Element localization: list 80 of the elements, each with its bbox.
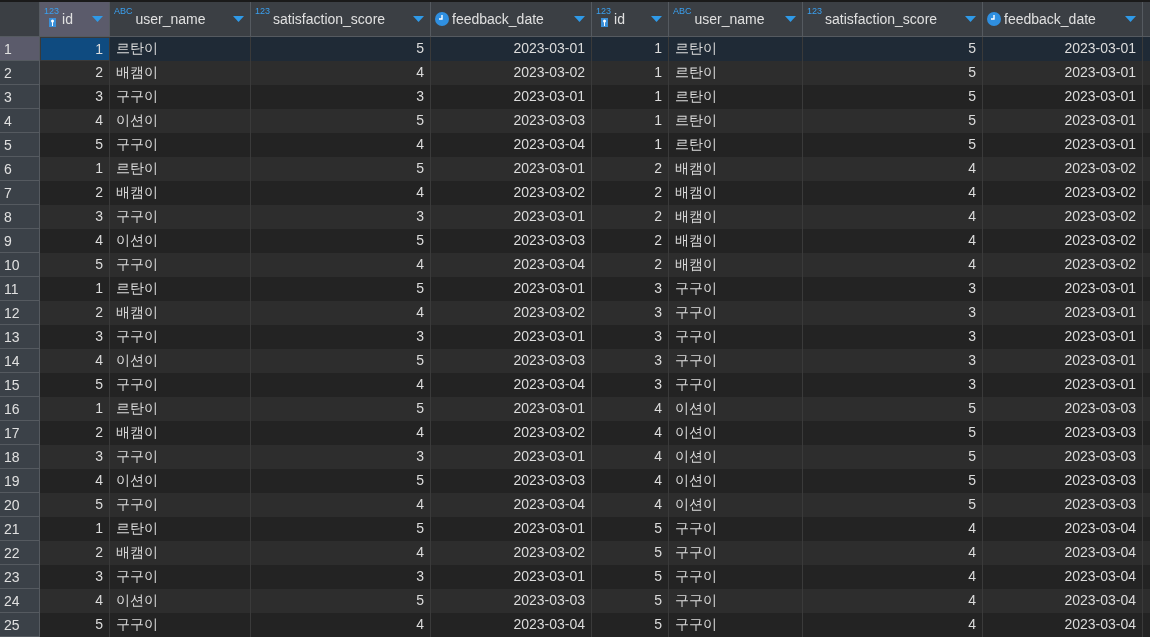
table-cell: 5 bbox=[40, 613, 110, 637]
column-name: feedback_date bbox=[1004, 9, 1096, 29]
row-number[interactable]: 24 bbox=[0, 589, 40, 613]
table-row[interactable]: 3 3 구구이 3 2023-03-01 1 르탄이 5 2023-03-01 bbox=[0, 85, 1150, 109]
table-row[interactable]: 13 3 구구이 3 2023-03-01 3 구구이 3 2023-03-01 bbox=[0, 325, 1150, 349]
table-row[interactable]: 21 1 르탄이 5 2023-03-01 5 구구이 4 2023-03-04 bbox=[0, 517, 1150, 541]
row-number[interactable]: 12 bbox=[0, 301, 40, 325]
row-number[interactable]: 16 bbox=[0, 397, 40, 421]
type-label: 123 bbox=[255, 7, 271, 16]
row-number[interactable]: 4 bbox=[0, 109, 40, 133]
clock-icon bbox=[435, 12, 449, 26]
column-header[interactable]: 123 id bbox=[592, 2, 669, 36]
column-header[interactable]: feedback_date bbox=[431, 2, 592, 36]
type-label: 123 bbox=[596, 7, 612, 16]
row-number[interactable]: 6 bbox=[0, 157, 40, 181]
row-number[interactable]: 9 bbox=[0, 229, 40, 253]
table-cell: 4 bbox=[251, 613, 431, 637]
table-row[interactable]: 5 5 구구이 4 2023-03-04 1 르탄이 5 2023-03-01 bbox=[0, 133, 1150, 157]
row-number[interactable]: 7 bbox=[0, 181, 40, 205]
dropdown-arrow-icon[interactable] bbox=[965, 16, 976, 22]
row-number[interactable]: 14 bbox=[0, 349, 40, 373]
column-name: feedback_date bbox=[452, 9, 544, 29]
table-row[interactable]: 19 4 이션이 5 2023-03-03 4 이션이 5 2023-03-03 bbox=[0, 469, 1150, 493]
row-number[interactable]: 17 bbox=[0, 421, 40, 445]
row-number[interactable]: 1 bbox=[0, 37, 40, 61]
row-number[interactable]: 22 bbox=[0, 541, 40, 565]
table-cell: 1 bbox=[40, 37, 110, 61]
column-name: id bbox=[62, 9, 73, 29]
row-number[interactable]: 5 bbox=[0, 133, 40, 157]
table-row[interactable]: 23 3 구구이 3 2023-03-01 5 구구이 4 2023-03-04 bbox=[0, 565, 1150, 589]
table-row[interactable]: 17 2 배캠이 4 2023-03-02 4 이션이 5 2023-03-03 bbox=[0, 421, 1150, 445]
row-number[interactable]: 19 bbox=[0, 469, 40, 493]
column-name: id bbox=[614, 9, 625, 29]
column-header[interactable]: 123 id bbox=[40, 2, 110, 36]
column-header[interactable]: 123 satisfaction_score bbox=[251, 2, 431, 36]
dropdown-arrow-icon[interactable] bbox=[574, 16, 585, 22]
column-header[interactable]: ABC user_name bbox=[110, 2, 251, 36]
dropdown-arrow-icon[interactable] bbox=[233, 16, 244, 22]
dropdown-arrow-icon[interactable] bbox=[92, 16, 103, 22]
column-name: user_name bbox=[694, 9, 765, 29]
row-number[interactable]: 21 bbox=[0, 517, 40, 541]
column-header[interactable]: 123 satisfaction_score bbox=[803, 2, 983, 36]
column-header[interactable]: feedback_date bbox=[983, 2, 1143, 36]
table-row[interactable]: 11 1 르탄이 5 2023-03-01 3 구구이 3 2023-03-01 bbox=[0, 277, 1150, 301]
row-number[interactable]: 11 bbox=[0, 277, 40, 301]
row-number[interactable]: 8 bbox=[0, 205, 40, 229]
table-row[interactable]: 7 2 배캠이 4 2023-03-02 2 배캠이 4 2023-03-02 bbox=[0, 181, 1150, 205]
table-cell: 4 bbox=[803, 613, 983, 637]
table-cell: 구구이 bbox=[110, 613, 251, 637]
row-number[interactable]: 3 bbox=[0, 85, 40, 109]
table-cell: 구구이 bbox=[669, 613, 803, 637]
column-header[interactable]: ABC user_name bbox=[669, 2, 803, 36]
type-label: ABC bbox=[114, 7, 133, 16]
type-label: 123 bbox=[44, 7, 60, 16]
row-number[interactable]: 2 bbox=[0, 61, 40, 85]
row-number[interactable]: 10 bbox=[0, 253, 40, 277]
dropdown-arrow-icon[interactable] bbox=[1125, 16, 1136, 22]
table-cell: 2023-03-04 bbox=[431, 613, 592, 637]
type-label: 123 bbox=[807, 7, 823, 16]
table-row[interactable]: 25 5 구구이 4 2023-03-04 5 구구이 4 2023-03-04 bbox=[0, 613, 1150, 637]
column-name: satisfaction_score bbox=[825, 9, 938, 29]
type-label: ABC bbox=[673, 7, 692, 16]
table-cell: 5 bbox=[592, 613, 669, 637]
row-number[interactable]: 15 bbox=[0, 373, 40, 397]
dropdown-arrow-icon[interactable] bbox=[651, 16, 662, 22]
dropdown-arrow-icon[interactable] bbox=[413, 16, 424, 22]
corner-cell bbox=[0, 2, 40, 36]
row-number[interactable]: 18 bbox=[0, 445, 40, 469]
column-name: satisfaction_score bbox=[273, 9, 386, 29]
row-number[interactable]: 20 bbox=[0, 493, 40, 517]
table-row[interactable]: 9 4 이션이 5 2023-03-03 2 배캠이 4 2023-03-02 bbox=[0, 229, 1150, 253]
table-row[interactable]: 1 1 르탄이 5 2023-03-01 1 르탄이 5 2023-03-01 bbox=[0, 37, 1150, 61]
table-cell: 2023-03-04 bbox=[983, 613, 1143, 637]
clock-icon bbox=[987, 12, 1001, 26]
dropdown-arrow-icon[interactable] bbox=[785, 16, 796, 22]
column-name: user_name bbox=[135, 9, 206, 29]
row-number[interactable]: 13 bbox=[0, 325, 40, 349]
table-row[interactable]: 15 5 구구이 4 2023-03-04 3 구구이 3 2023-03-01 bbox=[0, 373, 1150, 397]
row-number[interactable]: 25 bbox=[0, 613, 40, 637]
row-number[interactable]: 23 bbox=[0, 565, 40, 589]
